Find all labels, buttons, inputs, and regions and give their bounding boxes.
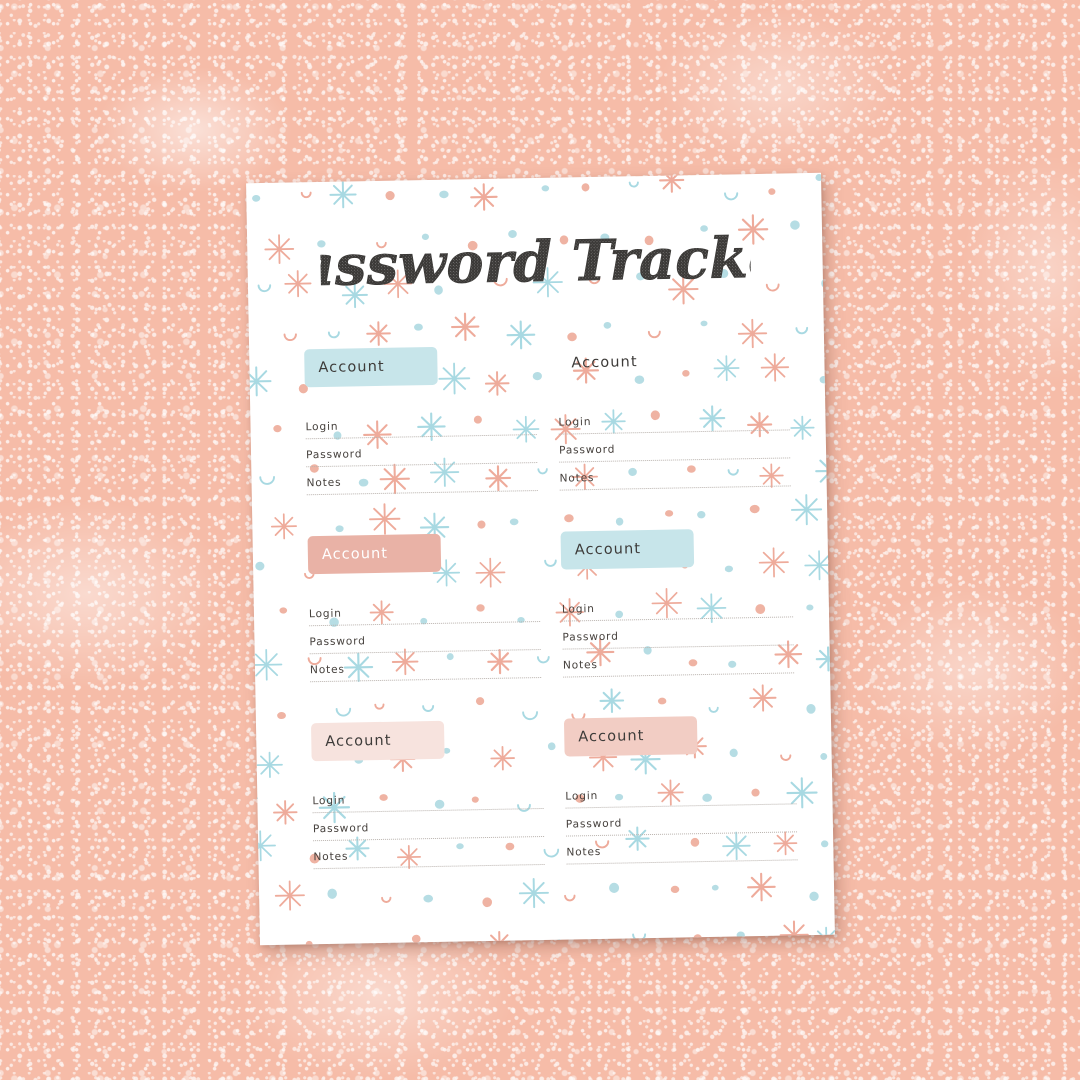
notes-label: Notes — [562, 658, 598, 672]
notes-write-line[interactable] — [563, 672, 795, 678]
account-label: Account — [318, 358, 385, 377]
account-block: Account Login Password Notes — [560, 527, 795, 687]
password-write-line[interactable] — [559, 457, 791, 463]
password-field[interactable]: Password — [305, 445, 538, 468]
notes-label: Notes — [566, 845, 602, 859]
account-block: Account Login Password Notes — [563, 714, 798, 874]
login-write-line[interactable] — [565, 803, 797, 809]
notes-write-line[interactable] — [310, 677, 542, 683]
notes-write-line[interactable] — [306, 490, 538, 496]
login-write-line[interactable] — [562, 616, 794, 622]
password-field[interactable]: Password — [562, 627, 794, 650]
account-label: Account — [574, 541, 642, 559]
accounts-grid: Account Login Password Notes Account Log… — [304, 340, 798, 910]
svg-text:Password Tracker: Password Tracker — [319, 224, 750, 300]
login-label: Login — [561, 603, 595, 616]
login-field[interactable]: Login — [312, 791, 544, 814]
login-label: Login — [565, 789, 599, 803]
login-field[interactable]: Login — [308, 604, 541, 627]
notes-field[interactable]: Notes — [306, 473, 538, 496]
password-label: Password — [305, 448, 363, 462]
login-write-line[interactable] — [309, 621, 541, 627]
notes-write-line[interactable] — [559, 485, 791, 491]
password-write-line[interactable] — [309, 649, 541, 655]
notes-label: Notes — [306, 476, 342, 490]
notes-field[interactable]: Notes — [313, 847, 545, 870]
account-label: Account — [325, 732, 392, 750]
account-header-4[interactable]: Account — [310, 720, 445, 762]
account-block: Account Login Password Notes — [557, 340, 791, 500]
notes-field[interactable]: Notes — [566, 842, 798, 865]
account-header-1[interactable]: Account — [557, 342, 691, 382]
account-label: Account — [321, 545, 389, 564]
notes-field[interactable]: Notes — [309, 660, 542, 683]
password-label: Password — [558, 443, 616, 457]
login-label: Login — [308, 607, 342, 621]
page-title: Password Tracker — [247, 219, 823, 308]
password-field[interactable]: Password — [565, 814, 798, 837]
password-label: Password — [312, 822, 370, 836]
login-field[interactable]: Login — [305, 417, 537, 440]
page-title-lettering: Password Tracker — [319, 224, 750, 301]
notes-label: Notes — [313, 850, 349, 864]
account-header-5[interactable]: Account — [563, 716, 698, 757]
password-field[interactable]: Password — [309, 632, 541, 655]
login-write-line[interactable] — [305, 434, 537, 440]
notes-field[interactable]: Notes — [559, 468, 791, 491]
notes-label: Notes — [559, 471, 595, 485]
account-row: Account Login Password Notes Account Log… — [310, 714, 798, 879]
login-field[interactable]: Login — [565, 786, 797, 809]
login-label: Login — [558, 416, 592, 429]
login-write-line[interactable] — [558, 429, 790, 435]
account-row: Account Login Password Notes Account Log… — [307, 527, 795, 692]
password-label: Password — [562, 630, 619, 644]
login-write-line[interactable] — [312, 807, 544, 814]
login-field[interactable]: Login — [561, 599, 794, 622]
notes-label: Notes — [309, 663, 345, 677]
login-field[interactable]: Login — [558, 412, 790, 435]
password-field[interactable]: Password — [312, 819, 545, 842]
password-write-line[interactable] — [306, 462, 538, 468]
password-write-line[interactable] — [566, 831, 798, 837]
printable-sheet: Password Tracker Account Login Password … — [246, 172, 835, 946]
password-label: Password — [309, 635, 366, 649]
account-block: Account Login Password Notes — [310, 719, 545, 879]
password-field[interactable]: Password — [558, 440, 791, 463]
password-write-line[interactable] — [313, 835, 545, 842]
account-header-3[interactable]: Account — [560, 529, 695, 570]
account-row: Account Login Password Notes Account Log… — [304, 340, 791, 505]
account-header-0[interactable]: Account — [304, 346, 438, 388]
notes-field[interactable]: Notes — [562, 655, 795, 678]
notes-write-line[interactable] — [313, 863, 545, 870]
sheet-content: Password Tracker Account Login Password … — [246, 173, 835, 945]
password-write-line[interactable] — [562, 644, 794, 650]
screenshot-stage: Password Tracker Account Login Password … — [0, 0, 1080, 1080]
account-block: Account Login Password Notes — [307, 532, 542, 692]
notes-write-line[interactable] — [566, 859, 798, 865]
account-label: Account — [571, 354, 638, 372]
login-label: Login — [305, 420, 339, 434]
printable-sheet-wrapper: Password Tracker Account Login Password … — [246, 172, 835, 946]
password-label: Password — [565, 817, 623, 831]
account-block: Account Login Password Notes — [304, 345, 538, 505]
account-header-2[interactable]: Account — [307, 533, 442, 575]
account-label: Account — [578, 728, 645, 746]
login-label: Login — [312, 794, 346, 808]
